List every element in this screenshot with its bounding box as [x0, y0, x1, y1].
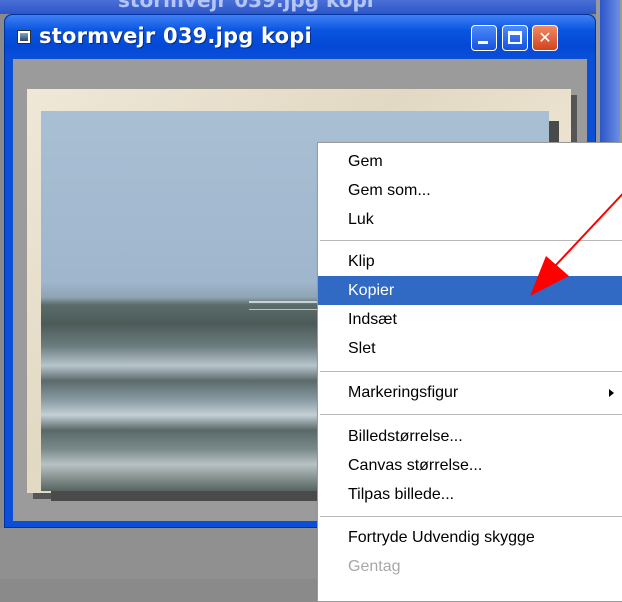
window-title: stormvejr 039.jpg kopi	[39, 24, 312, 48]
menu-item-tilpas-billede[interactable]: Tilpas billede...	[318, 480, 622, 509]
close-button[interactable]: ✕	[532, 25, 558, 51]
menu-separator	[320, 516, 622, 517]
menu-item-klip[interactable]: Klip	[318, 247, 622, 276]
menu-item-canvas-storrelse[interactable]: Canvas størrelse...	[318, 451, 622, 480]
menu-separator	[320, 240, 622, 241]
menu-separator	[320, 371, 622, 372]
menu-item-luk[interactable]: Luk	[318, 205, 622, 234]
menu-item-billedstorrelse[interactable]: Billedstørrelse...	[318, 422, 622, 451]
menu-item-fortryde[interactable]: Fortryde Udvendig skygge	[318, 523, 622, 552]
context-menu: Gem Gem som... Luk Klip Kopier Indsæt Sl…	[317, 142, 622, 602]
minimize-icon	[478, 41, 488, 44]
menu-item-gem[interactable]: Gem	[318, 147, 622, 176]
maximize-button[interactable]	[502, 25, 528, 51]
image-file-icon[interactable]	[17, 30, 31, 44]
menu-item-slet[interactable]: Slet	[318, 334, 622, 363]
maximize-icon	[508, 31, 522, 44]
menu-item-markeringsfigur[interactable]: Markeringsfigur	[318, 378, 622, 407]
menu-separator	[320, 414, 622, 415]
window-titlebar[interactable]: stormvejr 039.jpg kopi ✕	[5, 15, 595, 59]
menu-item-gentag: Gentag	[348, 558, 401, 575]
minimize-button[interactable]	[471, 25, 497, 51]
submenu-arrow-icon	[609, 389, 614, 397]
background-window-titlebar: stormvejr 039.jpg kopi	[0, 0, 622, 14]
menu-item-indsaet[interactable]: Indsæt	[318, 305, 622, 334]
menu-item-gem-som[interactable]: Gem som...	[318, 176, 622, 205]
menu-item-label: Markeringsfigur	[348, 384, 459, 401]
close-icon: ✕	[538, 28, 552, 47]
background-window-title: stormvejr 039.jpg kopi	[118, 0, 374, 12]
menu-item-kopier[interactable]: Kopier	[318, 276, 622, 305]
